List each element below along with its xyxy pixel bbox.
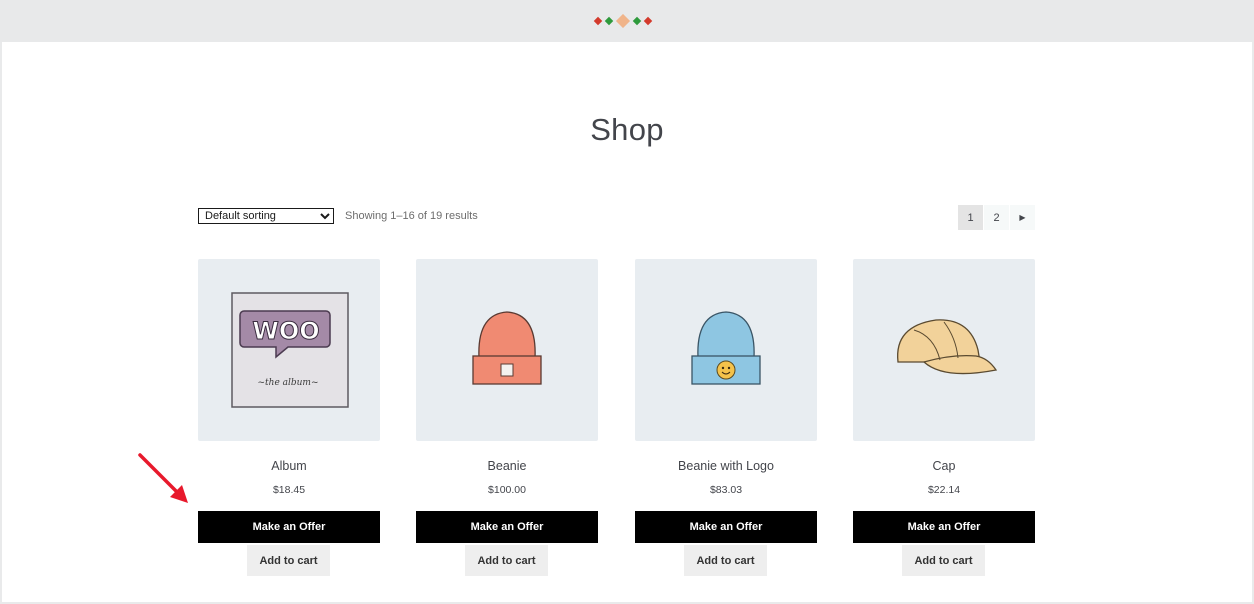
product-name[interactable]: Album bbox=[198, 459, 380, 473]
make-offer-button[interactable]: Make an Offer bbox=[853, 511, 1035, 543]
sorting-select[interactable]: Default sorting bbox=[198, 208, 334, 224]
page-title: Shop bbox=[590, 112, 664, 147]
product-image[interactable] bbox=[416, 259, 598, 441]
add-to-cart-button[interactable]: Add to cart bbox=[465, 545, 548, 576]
annotation-arrow-icon bbox=[138, 453, 188, 503]
product-card: Cap $22.14 Make an Offer Add to cart bbox=[853, 259, 1035, 576]
product-image[interactable]: WOO ~the album~ bbox=[198, 259, 380, 441]
page-1-button[interactable]: 1 bbox=[958, 205, 983, 230]
product-name[interactable]: Cap bbox=[853, 459, 1035, 473]
product-card: Beanie $100.00 Make an Offer Add to cart bbox=[416, 259, 598, 576]
add-to-cart-button[interactable]: Add to cart bbox=[684, 545, 767, 576]
page-2-button[interactable]: 2 bbox=[984, 205, 1009, 230]
blue-beanie-logo-icon bbox=[691, 311, 761, 385]
product-price: $18.45 bbox=[272, 484, 306, 496]
svg-text:WOO: WOO bbox=[252, 317, 319, 345]
add-to-cart-button[interactable]: Add to cart bbox=[247, 545, 330, 576]
svg-text:~the album~: ~the album~ bbox=[257, 378, 318, 388]
results-count: Showing 1–16 of 19 results bbox=[345, 210, 478, 222]
site-header bbox=[0, 0, 1254, 42]
woo-album-icon: WOO ~the album~ bbox=[231, 292, 349, 408]
diamond-pattern-icon bbox=[593, 14, 653, 28]
orange-beanie-icon bbox=[472, 311, 542, 385]
product-image[interactable] bbox=[635, 259, 817, 441]
cap-icon bbox=[897, 319, 998, 375]
add-to-cart-button[interactable]: Add to cart bbox=[902, 545, 985, 576]
main-content: Shop Default sorting Showing 1–16 of 19 … bbox=[2, 42, 1252, 602]
site-logo[interactable] bbox=[592, 14, 662, 28]
product-name[interactable]: Beanie bbox=[416, 459, 598, 473]
product-price: $22.14 bbox=[927, 484, 961, 496]
pagination: 1 2 ▶ bbox=[958, 205, 1036, 230]
make-offer-button[interactable]: Make an Offer bbox=[635, 511, 817, 543]
product-name[interactable]: Beanie with Logo bbox=[635, 459, 817, 473]
make-offer-button[interactable]: Make an Offer bbox=[416, 511, 598, 543]
product-image[interactable] bbox=[853, 259, 1035, 441]
triangle-right-icon: ▶ bbox=[1019, 213, 1026, 222]
product-price: $83.03 bbox=[709, 484, 743, 496]
product-card: WOO ~the album~ Album $18.45 Make an Off… bbox=[198, 259, 380, 576]
next-page-button[interactable]: ▶ bbox=[1010, 205, 1035, 230]
product-card: Beanie with Logo $83.03 Make an Offer Ad… bbox=[635, 259, 817, 576]
make-offer-button[interactable]: Make an Offer bbox=[198, 511, 380, 543]
product-price: $100.00 bbox=[488, 484, 526, 496]
